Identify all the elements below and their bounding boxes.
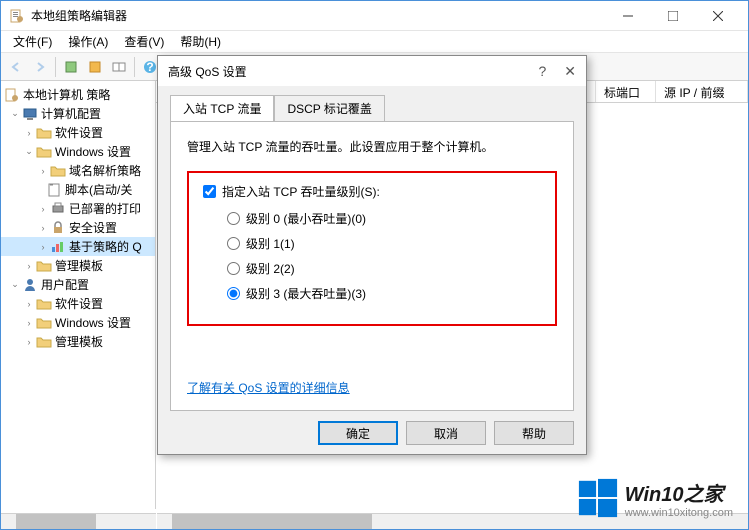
watermark-url: www.win10xitong.com (625, 507, 733, 519)
folder-icon (35, 296, 53, 312)
tree-windows2[interactable]: › Windows 设置 (1, 313, 155, 332)
level-0-label: 级别 0 (最小吞吐量)(0) (246, 210, 366, 227)
expand-icon[interactable]: › (37, 242, 49, 252)
tab-inbound-tcp[interactable]: 入站 TCP 流量 (170, 95, 274, 122)
tree-qos[interactable]: › 基于策略的 Q (1, 237, 155, 256)
expand-icon[interactable]: › (23, 318, 35, 328)
tree-printer[interactable]: › 已部署的打印 (1, 199, 155, 218)
tree-panel: 本地计算机 策略 ⌄ 计算机配置 › 软件设置 ⌄ Windows 设置 (1, 81, 156, 509)
user-icon (21, 277, 39, 293)
watermark-title: Win10之家 (625, 478, 733, 507)
tree-root[interactable]: 本地计算机 策略 (1, 85, 155, 104)
tool-btn-2[interactable] (84, 56, 106, 78)
tree-computer-config[interactable]: ⌄ 计算机配置 (1, 104, 155, 123)
specify-level-checkbox[interactable] (203, 185, 216, 198)
svg-text:?: ? (146, 60, 153, 74)
tree-software2[interactable]: › 软件设置 (1, 294, 155, 313)
col-port[interactable]: 标端口 (596, 81, 656, 102)
menu-action[interactable]: 操作(A) (60, 31, 116, 52)
highlight-box: 指定入站 TCP 吞吐量级别(S): 级别 0 (最小吞吐量)(0) 级别 1(… (187, 171, 557, 326)
tree-user-config[interactable]: ⌄ 用户配置 (1, 275, 155, 294)
specify-level-label: 指定入站 TCP 吞吐量级别(S): (222, 183, 380, 200)
gpo-icon (3, 87, 21, 103)
menu-help[interactable]: 帮助(H) (172, 31, 229, 52)
level-2-radio[interactable] (227, 262, 240, 275)
tool-btn-3[interactable] (108, 56, 130, 78)
level-0-radio[interactable] (227, 212, 240, 225)
lock-icon (49, 220, 67, 236)
maximize-button[interactable] (650, 1, 695, 30)
tab-dscp[interactable]: DSCP 标记覆盖 (274, 95, 384, 122)
folder-icon (35, 125, 53, 141)
tree-admin2[interactable]: › 管理模板 (1, 332, 155, 351)
tree-security[interactable]: › 安全设置 (1, 218, 155, 237)
tree-dns[interactable]: › 域名解析策略 (1, 161, 155, 180)
tree-windows-settings[interactable]: ⌄ Windows 设置 (1, 142, 155, 161)
level-3-label: 级别 3 (最大吞吐量)(3) (246, 285, 366, 302)
forward-button[interactable] (29, 56, 51, 78)
close-button[interactable] (695, 1, 740, 30)
collapse-icon[interactable]: ⌄ (9, 108, 21, 119)
tree-script[interactable]: 脚本(启动/关 (1, 180, 155, 199)
collapse-icon[interactable]: ⌄ (23, 146, 35, 157)
folder-icon (35, 334, 53, 350)
expand-icon[interactable]: › (37, 166, 49, 176)
col-source-ip[interactable]: 源 IP / 前缀 (656, 81, 748, 102)
dialog-title: 高级 QoS 设置 (168, 63, 538, 80)
collapse-icon[interactable]: ⌄ (9, 279, 21, 290)
menu-view[interactable]: 查看(V) (116, 31, 172, 52)
menubar: 文件(F) 操作(A) 查看(V) 帮助(H) (1, 31, 748, 53)
printer-icon (49, 201, 67, 217)
level-1-radio[interactable] (227, 237, 240, 250)
ok-button[interactable]: 确定 (318, 421, 398, 445)
expand-icon[interactable]: › (23, 337, 35, 347)
computer-icon (21, 106, 39, 122)
titlebar: 本地组策略编辑器 (1, 1, 748, 31)
learn-more-link[interactable]: 了解有关 QoS 设置的详细信息 (187, 379, 350, 396)
app-icon (9, 8, 25, 24)
expand-icon[interactable]: › (37, 204, 49, 214)
folder-icon (35, 315, 53, 331)
minimize-button[interactable] (605, 1, 650, 30)
dialog-desc: 管理入站 TCP 流量的吞吐量。此设置应用于整个计算机。 (187, 138, 557, 155)
folder-icon (35, 144, 53, 160)
tool-btn-1[interactable] (60, 56, 82, 78)
script-icon (45, 182, 63, 198)
folder-icon (49, 163, 67, 179)
watermark: Win10之家 www.win10xitong.com (577, 477, 733, 519)
dialog-help-button[interactable]: ? (538, 63, 546, 80)
folder-icon (35, 258, 53, 274)
expand-icon[interactable]: › (23, 261, 35, 271)
window-title: 本地组策略编辑器 (31, 7, 605, 24)
tree-admin1[interactable]: › 管理模板 (1, 256, 155, 275)
expand-icon[interactable]: › (23, 299, 35, 309)
back-button[interactable] (5, 56, 27, 78)
dialog-close-button[interactable]: ✕ (564, 63, 576, 80)
expand-icon[interactable]: › (23, 128, 35, 138)
tree-software1[interactable]: › 软件设置 (1, 123, 155, 142)
level-3-radio[interactable] (227, 287, 240, 300)
dialog-help-btn[interactable]: 帮助 (494, 421, 574, 445)
cancel-button[interactable]: 取消 (406, 421, 486, 445)
level-2-label: 级别 2(2) (246, 260, 295, 277)
level-1-label: 级别 1(1) (246, 235, 295, 252)
tree-scrollbar[interactable] (1, 513, 156, 529)
menu-file[interactable]: 文件(F) (5, 31, 60, 52)
qos-dialog: 高级 QoS 设置 ? ✕ 入站 TCP 流量 DSCP 标记覆盖 管理入站 T… (157, 55, 587, 455)
expand-icon[interactable]: › (37, 223, 49, 233)
windows-logo-icon (577, 477, 619, 519)
chart-icon (49, 239, 67, 255)
